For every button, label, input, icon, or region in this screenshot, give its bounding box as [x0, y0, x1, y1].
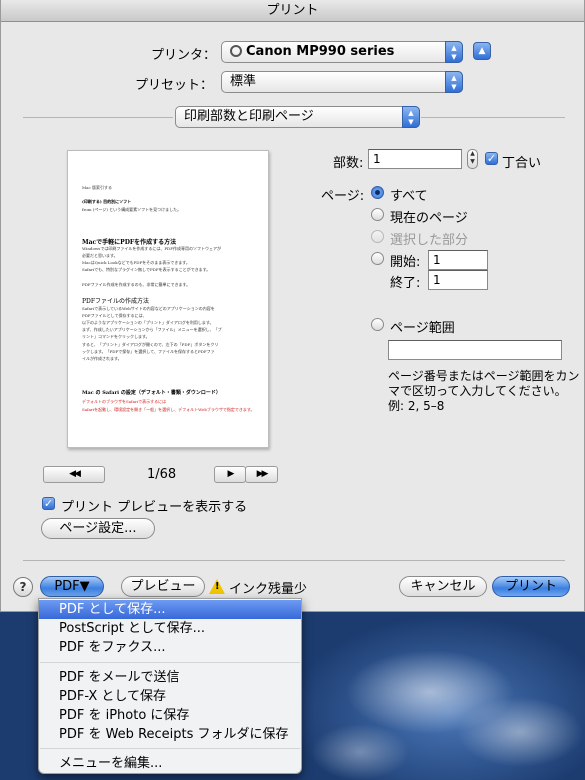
preview-line: まず、作成したいアプリケーションから「ファイル」メニューを選択し、「プ [82, 327, 222, 332]
preview-line: ックします。「PDFで保存」を選択して、ファイルを保存するとPDFファ [82, 349, 215, 354]
pages-current-radio[interactable] [371, 208, 384, 221]
preview-line: リント」コマンドをクリックします。 [82, 334, 150, 339]
preview-line: デフォルトのブラウザをSafariで表示するには [82, 399, 167, 404]
print-button[interactable]: プリント [492, 576, 570, 597]
section-value: 印刷部数と印刷ページ [184, 109, 314, 124]
menu-separator [40, 662, 300, 663]
page-setup-button[interactable]: ページ設定... [41, 518, 155, 539]
preview-button[interactable]: プレビュー [121, 576, 205, 597]
pages-selection-label: 選択した部分 [390, 233, 469, 248]
pages-all-label: すべて [390, 189, 428, 204]
preview-heading: Macで手軽にPDFを作成する方法 [82, 239, 177, 246]
section-popup[interactable]: 印刷部数と印刷ページ ▲ ▼ [175, 106, 420, 128]
pages-range-label: ページ範囲 [390, 321, 455, 336]
menu-item-save-to-iphoto[interactable]: PDF を iPhoto に保存 [39, 706, 301, 725]
preview-line: MacはQuick LookなどでもPDFをそのまま表示できます。 [82, 260, 190, 265]
popup-arrows-icon: ▲ ▼ [402, 106, 420, 128]
preview-line: PDFファイルとして保存するには、 [82, 313, 147, 318]
menu-item-save-as-pdfx[interactable]: PDF-X として保存 [39, 687, 301, 706]
print-dialog: プリント プリンタ： Canon MP990 series ▲ ▼ ▲ プリセット… [0, 0, 585, 612]
preview-heading: PDFファイルの作成方法 [82, 298, 150, 305]
menu-item-save-as-postscript[interactable]: PostScript として保存... [39, 619, 301, 638]
show-preview-checkbox[interactable]: ✓ [42, 497, 55, 510]
menu-item-mail-pdf[interactable]: PDF をメールで送信 [39, 668, 301, 687]
preview-line: Safariで表示しているWebサイトの内容などのアプリケーションの内容を [82, 306, 215, 311]
pages-current-label: 現在のページ [390, 211, 468, 226]
pages-all-radio[interactable] [371, 186, 384, 199]
collate-checkbox[interactable]: ✓ [485, 152, 498, 165]
menu-item-edit-menu[interactable]: メニューを編集... [39, 754, 301, 773]
pages-help-line: 例: 2, 5–8 [388, 399, 445, 413]
preview-line: Safariでも、特別なプラグイン無しでPDFを表示することができます。 [82, 267, 211, 272]
divider [421, 117, 565, 118]
printer-label: プリンタ： [151, 48, 217, 63]
pages-to-label: 終了: [390, 276, 421, 291]
preview-line: 必要だと思います。 [82, 253, 118, 258]
preview-line: (印刷する) 目的別にソフト [82, 199, 132, 204]
preset-popup[interactable]: 標準 ▲ ▼ [221, 71, 463, 93]
preset-value: 標準 [230, 74, 257, 89]
preview-line: Windowsでは印刷ファイルを作成するには、PDF作成専用のソフトウェアが [82, 246, 222, 251]
menu-separator [40, 748, 300, 749]
show-preview-label: プリント プレビューを表示する [61, 500, 248, 515]
copies-field[interactable]: 1 [368, 149, 462, 169]
menu-item-save-to-web-receipts[interactable]: PDF を Web Receipts フォルダに保存 [39, 725, 301, 744]
copies-label: 部数: [333, 156, 364, 171]
print-preview-page: Mac 版索引する (印刷する) 目的別にソフト from (ページ) という構… [67, 150, 269, 448]
cancel-button[interactable]: キャンセル [399, 576, 487, 597]
divider [23, 117, 173, 118]
copies-stepper[interactable]: ▲ ▼ [467, 149, 478, 169]
popup-arrows-icon: ▲ ▼ [445, 41, 463, 63]
preview-line: PDFファイル作成を作成するのも、非常に簡単にできます。 [82, 282, 191, 287]
printer-value: Canon MP990 series [246, 44, 395, 59]
preview-line: Safariを起動し、環境設定を開き「一般」を選択し、デフォルトWebブラウザで… [82, 407, 255, 412]
divider [23, 560, 565, 561]
pages-from-radio[interactable] [371, 252, 384, 265]
ink-warning-label: インク残量少 [229, 582, 308, 597]
preview-line: Mac 版索引する [82, 185, 112, 190]
printer-icon [230, 45, 242, 57]
pdf-menu: PDF として保存... PostScript として保存... PDF をファ… [38, 598, 302, 774]
pages-range-field[interactable] [388, 340, 562, 360]
pages-range-radio[interactable] [371, 318, 384, 331]
collate-label: 丁合い [502, 156, 542, 171]
popup-arrows-icon: ▲ ▼ [445, 71, 463, 93]
menu-item-fax-pdf[interactable]: PDF をファクス... [39, 638, 301, 657]
menu-item-save-as-pdf[interactable]: PDF として保存... [39, 600, 301, 619]
pages-from-label: 開始: [390, 255, 421, 270]
next-page-button[interactable]: ▶ [214, 466, 246, 483]
window-title: プリント [1, 0, 584, 22]
page-indicator: 1/68 [147, 467, 177, 482]
printer-popup[interactable]: Canon MP990 series ▲ ▼ [221, 41, 463, 63]
pages-selection-radio[interactable] [371, 230, 384, 243]
preview-line: イルが作成されます。 [82, 356, 122, 361]
first-page-button[interactable]: ◀◀ [43, 466, 105, 483]
pages-label: ページ: [321, 189, 365, 204]
preview-line: from (ページ) という構成要素ソフトを見つけました。 [82, 207, 182, 212]
preview-line: すると、「プリント」ダイアログが開くので、左下の「PDF」ボタンをクリ [82, 342, 219, 347]
preview-line: 以下のようなアプリケーションの「プリント」ダイアログを利用します。 [82, 320, 214, 325]
pages-to-field[interactable]: 1 [428, 270, 488, 290]
pdf-menu-button[interactable]: PDF▼ [40, 576, 104, 597]
preview-heading: Mac の Safari の設定（デフォルト・書類・ダウンロード） [82, 390, 221, 396]
last-page-button[interactable]: ▶▶ [245, 466, 278, 483]
pages-from-field[interactable]: 1 [428, 250, 488, 270]
preset-label: プリセット： [135, 78, 214, 93]
help-button[interactable]: ? [13, 577, 33, 597]
expand-dialog-button[interactable]: ▲ [473, 42, 491, 60]
